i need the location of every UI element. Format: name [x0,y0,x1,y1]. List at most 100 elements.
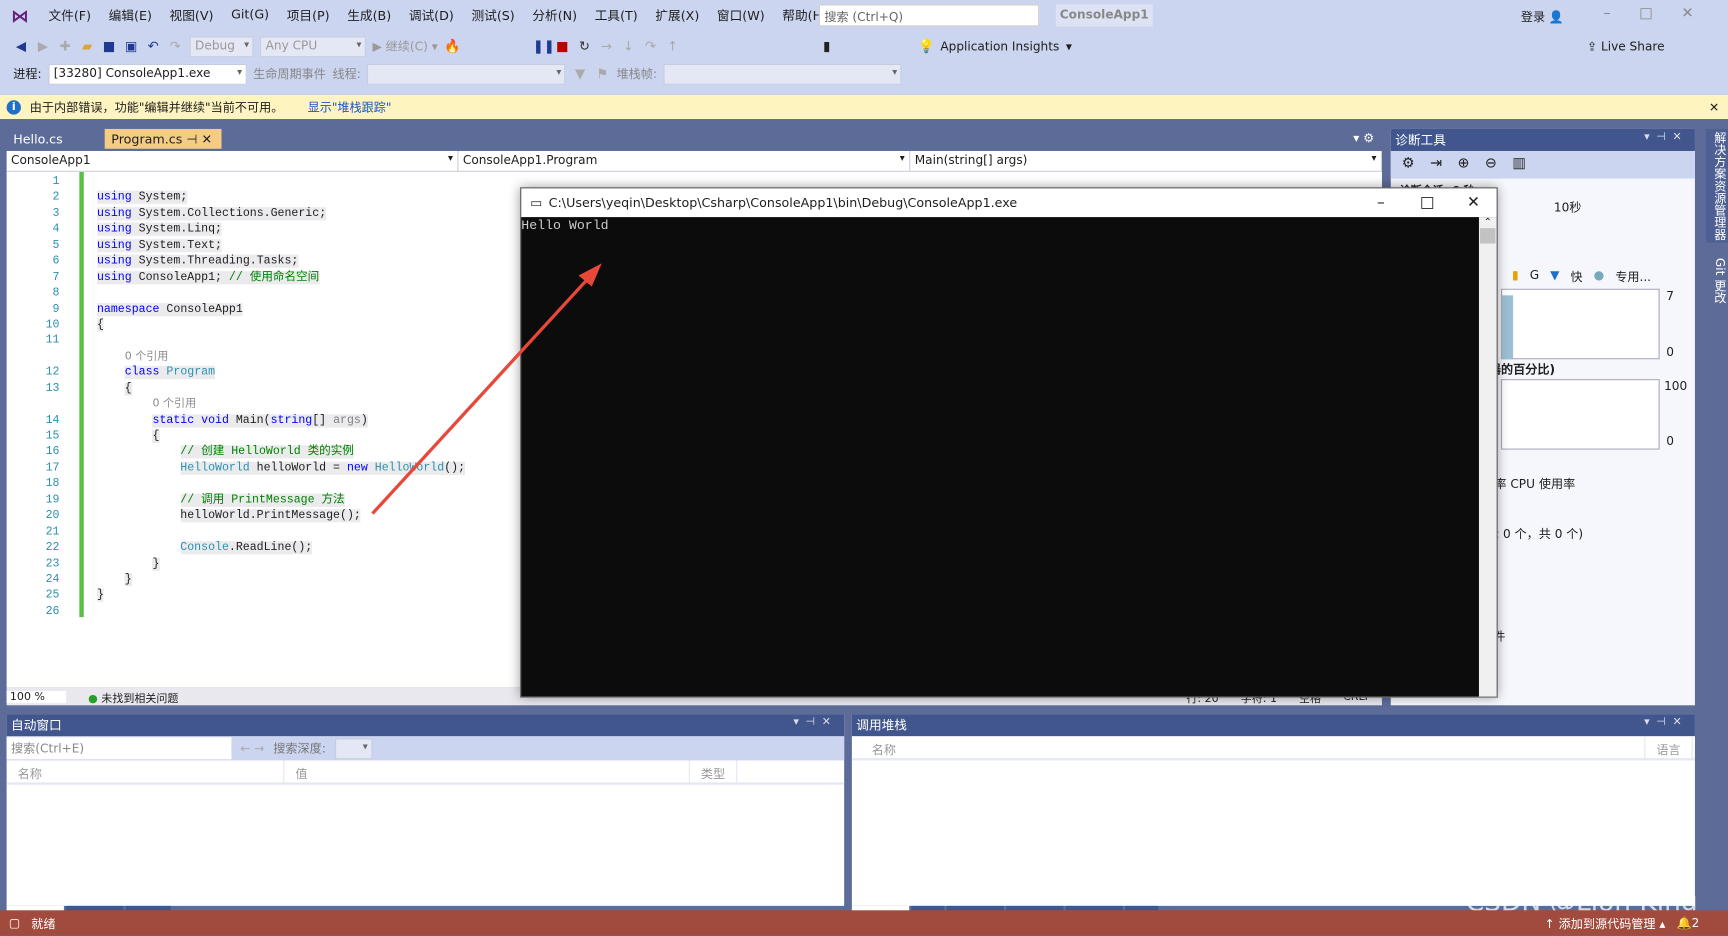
info-message: 由于内部错误，功能"编辑并继续"当前不可用。 [29,100,284,115]
save-icon[interactable]: ■ [101,39,116,54]
app-insights-button[interactable]: Application Insights [940,39,1059,53]
col-name[interactable]: 名称 [7,760,285,783]
line-number: 23 [45,557,60,571]
git-changes-tab[interactable]: Git 更改 [1706,246,1728,305]
menu-item[interactable]: 测试(S) [463,7,524,25]
call-stack-panel: 调用堆栈▾⊣✕ 名称语言 调用堆栈断点异常设置命令窗口即时窗口输出 [851,714,1695,928]
hot-reload-icon[interactable]: 🔥 [444,39,460,54]
issues-indicator[interactable]: ● 未找到相关问题 [88,688,178,705]
code-text: helloWorld.PrintMessage(); [180,508,361,524]
step-icon[interactable]: → [599,39,614,54]
diag-title: 诊断工具 [1395,132,1446,148]
code-lens-references[interactable]: 0 个引用 [153,398,197,410]
member-dropdown[interactable]: Main(string[] args) [910,150,1382,171]
maximize-button[interactable]: □ [1404,188,1450,217]
stack-frame-dropdown[interactable] [663,63,902,85]
login-link[interactable]: 登录 👤 [1521,8,1564,26]
autos-search-input[interactable]: 搜索(Ctrl+E) [6,737,232,760]
step-into-icon[interactable]: ↓ [621,39,636,54]
minimize-button[interactable]: – [1358,188,1404,217]
menu-item[interactable]: 调试(D) [400,7,463,25]
thread-dropdown[interactable] [367,63,566,85]
live-share-button[interactable]: ⇪ Live Share [1587,40,1665,54]
menu-item[interactable]: 扩展(X) [647,7,709,25]
solution-explorer-tab[interactable]: 解决方案资源管理器 [1705,128,1728,243]
panel-buttons[interactable]: ▾⊣✕ [1644,716,1688,728]
code-text: using System.Collections.Generic; [96,206,327,222]
code-lens-references[interactable]: 0 个引用 [125,350,169,362]
menu-item[interactable]: Git(G) [222,7,278,25]
menu-item[interactable]: 工具(T) [586,7,647,25]
depth-dropdown[interactable] [334,737,373,759]
col-type[interactable]: 类型 [690,760,738,783]
console-window[interactable]: ▭ C:\Users\yeqin\Desktop\Csharp\ConsoleAp… [520,187,1498,698]
cpu-chart [1500,379,1660,450]
line-number: 16 [45,445,60,459]
flag-icon[interactable]: ⚑ [594,66,609,81]
menu-item[interactable]: 窗口(W) [708,7,773,25]
class-dropdown[interactable]: ConsoleApp1.Program [458,150,911,171]
code-text: using System.Linq; [96,222,222,238]
app-title: ConsoleApp1 [1055,4,1153,27]
col-language[interactable]: 语言 [1645,736,1693,759]
step-over-icon[interactable]: ↷ [643,39,658,54]
notifications-button[interactable]: 🔔2 [1677,916,1700,930]
open-icon[interactable]: ▰ [79,39,94,54]
continue-button[interactable]: ▶ 继续(C) ▾ [372,37,437,55]
save-all-icon[interactable]: ▣ [123,39,138,54]
code-token: Main( [228,413,271,428]
config-dropdown[interactable]: Debug [189,35,254,57]
code-token: [] [312,413,334,428]
undo-icon[interactable]: ↶ [145,39,160,54]
issues-label: 未找到相关问题 [101,692,179,705]
code-text: static void Main(string[] args) [152,413,368,429]
menu-item[interactable]: 生成(B) [338,7,400,25]
menu-item[interactable]: 文件(F) [40,7,100,25]
stop-icon[interactable]: ■ [555,39,570,54]
line-number: 15 [45,429,60,444]
close-button[interactable]: ✕ [1450,188,1496,217]
back-icon[interactable]: ◀ [13,39,28,54]
source-control-button[interactable]: ↑ 添加到源代码管理 ▴ [1545,914,1666,932]
code-token: helloWorld = [249,461,347,475]
window-controls[interactable]: –□✕ [1603,6,1722,23]
zoom-dropdown[interactable]: 100 % [6,690,67,703]
close-tab-icon[interactable]: ✕ [202,131,213,146]
tab-hello-cs[interactable]: Hello.cs [7,129,102,149]
col-name[interactable]: 名称 [852,736,1646,759]
process-dropdown[interactable]: [33280] ConsoleApp1.exe [48,63,247,85]
filter-icon[interactable]: ▼ [572,66,587,81]
pause-icon[interactable]: ❚❚ [533,39,555,54]
code-text: using System.Text; [96,238,222,254]
status-icon: ▢ [8,915,21,931]
tab-options-icon[interactable]: ▾ ⚙ [1353,131,1374,145]
search-input[interactable]: 搜索 (Ctrl+Q) [818,4,1040,27]
panel-buttons[interactable]: ▾⊣✕ [1644,131,1688,143]
col-value[interactable]: 值 [284,760,690,783]
lifecycle-events-button[interactable]: 生命周期事件 [253,65,326,83]
restart-icon[interactable]: ↻ [577,39,592,54]
console-scrollbar[interactable]: ⌃ [1478,217,1497,697]
continue-label: 继续(C) [385,39,428,54]
step-out-icon[interactable]: ↑ [665,39,680,54]
diag-toolbar[interactable]: ⚙⇥⊕⊖▥ [1390,150,1695,179]
bookmark-icon[interactable]: ▮ [819,39,834,54]
show-stack-trace-link[interactable]: 显示"堆栈跟踪" [308,98,392,116]
pin-icon[interactable]: ⊣ [186,131,197,146]
platform-dropdown[interactable]: Any CPU [260,35,366,57]
tab-program-cs[interactable]: Program.cs ⊣ ✕ [104,128,222,149]
new-project-icon[interactable]: ✚ [57,39,72,54]
forward-icon[interactable]: ▶ [35,39,50,54]
stack-frame-label: 堆栈帧: [616,67,657,82]
menu-item[interactable]: 编辑(E) [100,7,161,25]
project-dropdown[interactable]: ConsoleApp1 [7,150,459,171]
close-icon[interactable]: ✕ [1709,100,1719,114]
cpu-max: 100 [1664,379,1688,394]
menu-item[interactable]: 视图(V) [161,7,223,25]
menu-item[interactable]: 分析(N) [524,7,586,25]
menu-item[interactable]: 项目(P) [278,7,339,25]
code-token: using [96,238,132,253]
panel-buttons[interactable]: ▾⊣✕ [793,716,837,728]
redo-icon[interactable]: ↷ [168,39,183,54]
